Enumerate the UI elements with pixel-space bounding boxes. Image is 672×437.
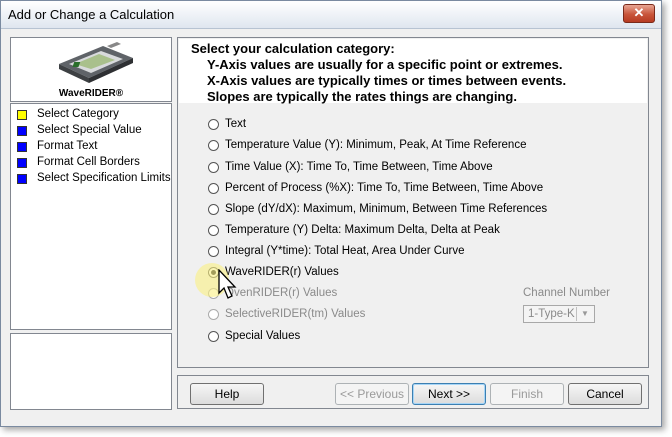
close-icon: ✕ [633,5,645,20]
option-label: Special Values [225,330,301,342]
instructions-line: X-Axis values are typically times or tim… [207,73,567,88]
step-label: Format Cell Borders [37,156,140,168]
option-label: Temperature (Y) Delta: Maximum Delta, De… [225,224,500,236]
instructions-line: Slopes are typically the rates things ar… [207,89,517,104]
step-label: Select Specification Limits [37,172,171,184]
step-label: Select Special Value [37,124,142,136]
previous-button: << Previous [335,383,409,405]
step-status-icon [17,142,27,152]
dialog-window: Add or Change a Calculation ✕ WaveRIDER®… [0,0,662,427]
instructions-title: Select your calculation category: [191,41,395,56]
step-label: Select Category [37,108,119,120]
radio-button[interactable] [208,183,219,194]
radio-button [208,309,219,320]
window-title: Add or Change a Calculation [8,7,175,22]
radio-button[interactable] [208,162,219,173]
step-status-icon [17,126,27,136]
step-status-icon [17,110,27,120]
mouse-pointer-icon [218,269,237,299]
option-label: Slope (dY/dX): Maximum, Minimum, Between… [225,203,548,215]
next-button[interactable]: Next >> [412,383,486,405]
button-bar: Help << Previous Next >> Finish Cancel [177,375,649,409]
channel-number-dropdown: 1-Type-K ▼ [523,305,595,323]
radio-button[interactable] [208,119,219,130]
option-label: Percent of Process (%X): Time To, Time B… [225,182,544,194]
step-label: Format Text [37,140,98,152]
step-status-icon [17,158,27,168]
option-label: Time Value (X): Time To, Time Between, T… [225,161,493,173]
radio-button[interactable] [208,204,219,215]
step-status-icon [17,174,27,184]
instructions-line: Y-Axis values are usually for a specific… [207,57,563,72]
radio-button[interactable] [208,331,219,342]
option-label: OvenRIDER(r) Values [225,287,338,299]
channel-number-value: 1-Type-K [528,308,575,320]
option-label: Text [225,118,247,130]
step-list: Select Category Select Special Value For… [10,103,172,330]
chevron-down-icon: ▼ [576,307,593,321]
left-panel: WaveRIDER® Select Category Select Specia… [10,37,172,410]
waverider-device-icon [59,42,133,83]
left-info-box [10,333,172,410]
radio-button[interactable] [208,246,219,257]
option-label: Integral (Y*time): Total Heat, Area Unde… [225,245,465,257]
help-button[interactable]: Help [190,383,264,405]
option-label: WaveRIDER(r) Values [225,266,339,278]
title-bar[interactable]: Add or Change a Calculation ✕ [1,1,661,29]
logo-caption: WaveRIDER® [58,88,124,99]
finish-button: Finish [490,383,564,405]
cancel-button[interactable]: Cancel [568,383,642,405]
option-label: Temperature Value (Y): Minimum, Peak, At… [225,139,527,151]
instructions-box: Select your calculation category: Y-Axis… [179,39,647,104]
radio-button[interactable] [208,140,219,151]
channel-number-label: Channel Number [523,287,610,299]
close-button[interactable]: ✕ [623,4,655,23]
option-label: SelectiveRIDER(tm) Values [225,308,366,320]
radio-button[interactable] [208,225,219,236]
waverider-logo: WaveRIDER® [10,37,172,102]
